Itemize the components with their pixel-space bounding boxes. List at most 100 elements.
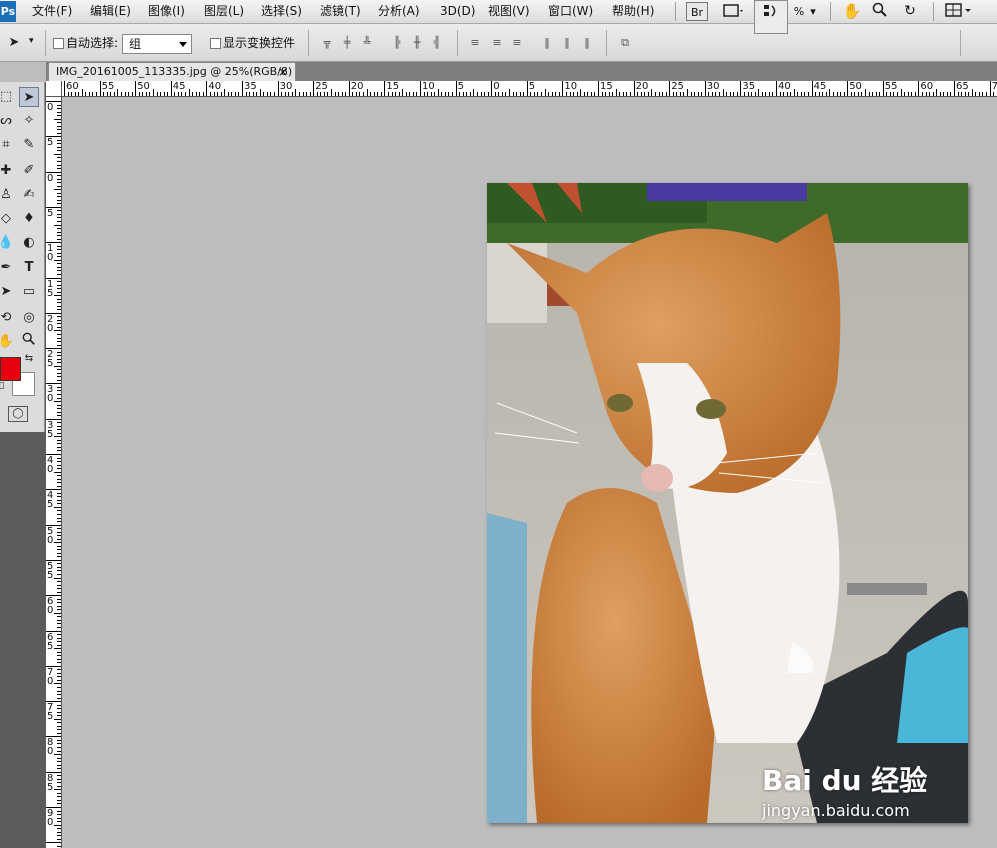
show-transform-checkbox[interactable] — [210, 38, 221, 49]
healing-brush-tool-icon[interactable]: ✚ — [0, 161, 16, 181]
separator — [675, 2, 676, 21]
menu-image[interactable]: 图像(I) — [148, 0, 185, 23]
align-right-icon[interactable]: ╣ — [430, 34, 444, 52]
rectangle-tool-icon[interactable]: ▭ — [19, 282, 39, 302]
ruler-tick — [804, 92, 806, 96]
ruler-tick — [797, 92, 799, 96]
menu-layer[interactable]: 图层(L) — [204, 0, 244, 23]
ruler-tick — [57, 517, 61, 519]
ruler-tick — [54, 118, 61, 120]
zoom-dropdown-arrow[interactable]: ▾ — [806, 2, 820, 21]
watermark-url: jingyan.baidu.com — [762, 801, 910, 820]
ruler-tick — [993, 92, 995, 96]
crop-tool-icon[interactable]: ⌗ — [0, 135, 16, 155]
blur-tool-icon[interactable]: 💧 — [0, 233, 16, 253]
distribute-top-icon[interactable]: ≡ — [468, 34, 482, 52]
menu-filter[interactable]: 滤镜(T) — [320, 0, 361, 23]
move-tool-preset-icon[interactable]: ➤ — [4, 33, 24, 53]
ruler-tick — [776, 81, 777, 96]
menu-view[interactable]: 视图(V) — [488, 0, 530, 23]
ruler-tick — [103, 92, 105, 96]
zoom-tool-icon[interactable] — [19, 332, 39, 352]
ruler-tick — [818, 92, 820, 96]
ruler-tick — [427, 92, 429, 96]
align-top-icon[interactable]: ╦ — [320, 34, 334, 52]
close-icon[interactable]: × — [278, 63, 288, 81]
menu-3d[interactable]: 3D(D) — [440, 0, 475, 23]
document-tab[interactable]: IMG_20161005_113335.jpg @ 25%(RGB/8) × — [48, 62, 296, 81]
ruler-tick — [54, 365, 61, 367]
clone-stamp-tool-icon[interactable]: ♙ — [0, 185, 16, 205]
distribute-bottom-icon[interactable]: ≡ — [510, 34, 524, 52]
eraser-tool-icon[interactable]: ◇ — [0, 209, 16, 229]
menu-help[interactable]: 帮助(H) — [612, 0, 654, 23]
ruler-tick — [309, 92, 311, 96]
ruler-tick — [57, 104, 61, 106]
distribute-right-icon[interactable]: ‖ — [580, 34, 594, 52]
horizontal-ruler[interactable]: 60 55 50 45 40 35 30 25 20 15 10 5 0 5 10 15 20 25 30 35 40 4… — [62, 81, 997, 97]
ruler-tick — [54, 542, 61, 544]
auto-align-layers-icon[interactable]: ⧉ — [618, 34, 632, 52]
distribute-left-icon[interactable]: ‖ — [540, 34, 554, 52]
dodge-tool-icon[interactable]: ◐ — [19, 233, 39, 253]
ruler-tick — [872, 92, 874, 96]
align-vcenter-icon[interactable]: ╪ — [340, 34, 354, 52]
align-hcenter-icon[interactable]: ╫ — [410, 34, 424, 52]
menu-edit[interactable]: 编辑(E) — [90, 0, 131, 23]
menu-window[interactable]: 窗口(W) — [548, 0, 593, 23]
arrange-documents-button[interactable] — [944, 2, 974, 21]
rotate-view-icon[interactable]: ↻ — [900, 2, 920, 21]
preset-dropdown-arrow[interactable]: ▾ — [29, 36, 34, 46]
distribute-hcenter-icon[interactable]: ‖ — [560, 34, 574, 52]
distribute-vcenter-icon[interactable]: ≡ — [490, 34, 504, 52]
swap-colors-icon[interactable]: ⇆ — [22, 352, 36, 366]
vertical-ruler[interactable]: 05051015202530354045505560657075808590 — [46, 97, 62, 848]
paint-bucket-tool-icon[interactable]: ♦ — [19, 209, 39, 229]
ruler-tick — [81, 89, 83, 96]
ruler-label: 70 — [47, 666, 54, 687]
align-left-icon[interactable]: ╠ — [390, 34, 404, 52]
quick-mask-icon[interactable]: ◯ — [8, 406, 28, 422]
hand-icon[interactable]: ✋ — [842, 2, 862, 21]
move-tool-icon[interactable]: ➤ — [19, 87, 39, 107]
ruler-tick — [57, 676, 61, 678]
zoom-tool-button[interactable] — [870, 2, 890, 21]
photoshop-logo[interactable]: Ps — [0, 1, 16, 22]
ruler-tick — [598, 81, 599, 96]
menu-file[interactable]: 文件(F) — [32, 0, 72, 23]
3d-rotate-tool-icon[interactable]: ⟲ — [0, 308, 16, 328]
document-image[interactable] — [487, 183, 968, 823]
eyedropper-tool-icon[interactable]: ✎ — [19, 135, 39, 155]
type-tool-icon[interactable]: T — [19, 258, 39, 278]
hand-tool-icon[interactable]: ✋ — [0, 332, 16, 352]
path-selection-tool-icon[interactable]: ➤ — [0, 282, 16, 302]
ruler-tick — [904, 92, 906, 96]
ruler-label: 25 — [671, 81, 684, 92]
ruler-tick — [939, 92, 941, 96]
marquee-tool-icon[interactable]: ⬚ — [0, 87, 16, 107]
auto-select-dropdown[interactable]: 组 — [122, 34, 192, 54]
lasso-tool-icon[interactable]: ᔕ — [0, 111, 16, 131]
ruler-tick — [637, 92, 639, 96]
ruler-label: 35 — [742, 81, 756, 92]
3d-orbit-tool-icon[interactable]: ◎ — [19, 308, 39, 328]
pen-tool-icon[interactable]: ✒ — [0, 258, 16, 278]
menu-analysis[interactable]: 分析(A) — [378, 0, 420, 23]
ruler-origin[interactable] — [46, 81, 62, 97]
screen-mode-button[interactable] — [720, 2, 746, 21]
workspace-toggle-button[interactable] — [754, 0, 788, 34]
ruler-label: 55 — [47, 560, 54, 581]
ruler-label: 20 — [47, 313, 54, 334]
auto-select-checkbox[interactable] — [53, 38, 64, 49]
default-colors-icon[interactable]: ◧ — [0, 380, 6, 392]
history-brush-tool-icon[interactable]: ✍ — [19, 185, 39, 205]
magic-wand-tool-icon[interactable]: ✧ — [19, 111, 39, 131]
foreground-color-swatch[interactable] — [0, 357, 21, 381]
ruler-tick — [57, 641, 61, 643]
align-bottom-icon[interactable]: ╩ — [360, 34, 374, 52]
ruler-tick — [281, 92, 283, 96]
brush-tool-icon[interactable]: ✐ — [19, 161, 39, 181]
bridge-button[interactable]: Br — [686, 2, 708, 21]
menu-select[interactable]: 选择(S) — [261, 0, 302, 23]
ruler-tick — [57, 686, 61, 688]
